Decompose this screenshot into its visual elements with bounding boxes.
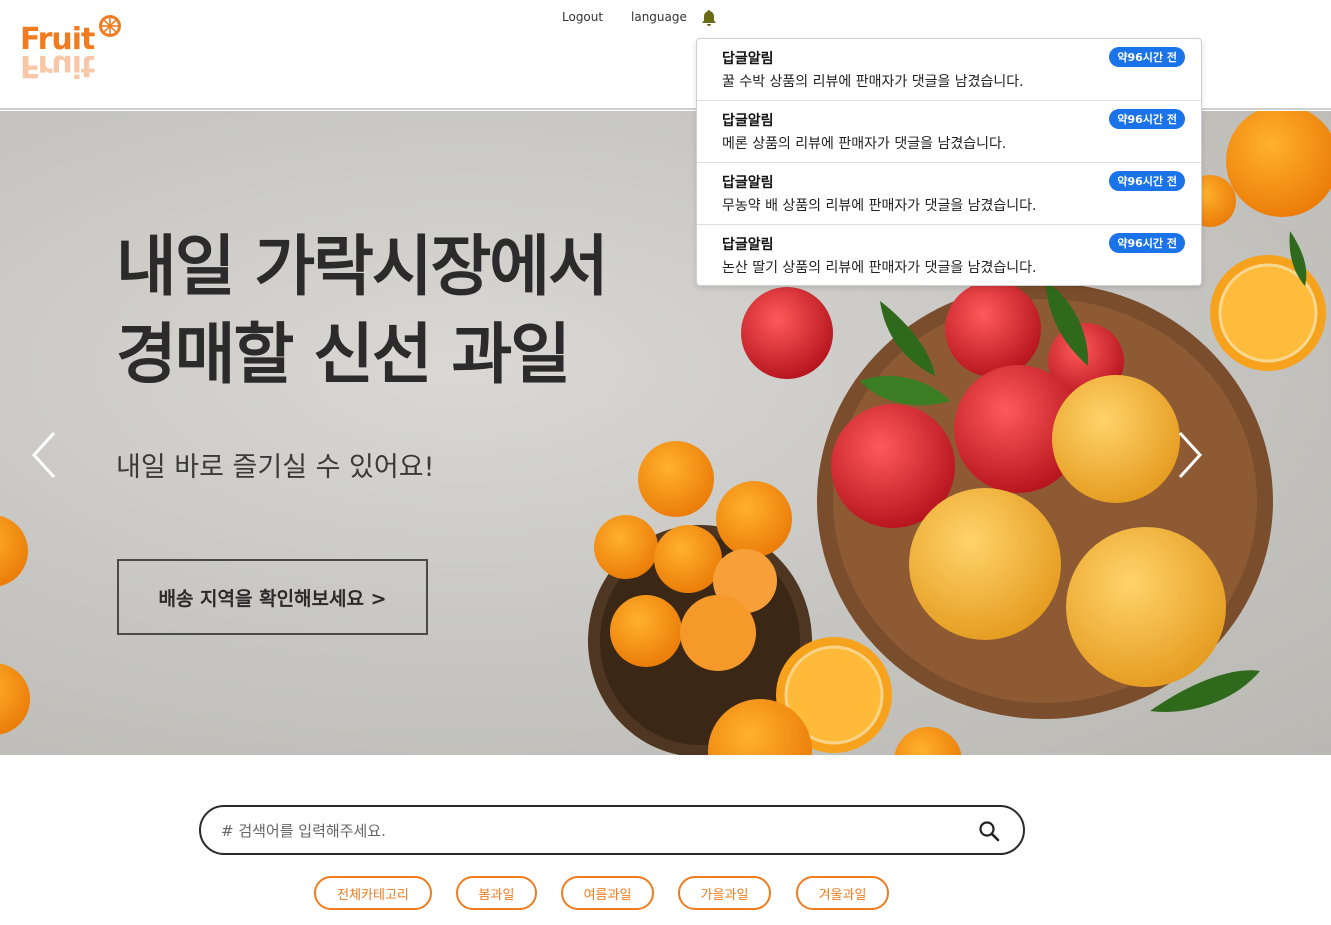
category-chip-autumn[interactable]: 가을과일 — [678, 876, 771, 910]
notification-message: 메론 상품의 리뷰에 판매자가 댓글을 남겼습니다. — [722, 136, 1007, 152]
fruit-logo[interactable]: Fruit Fruit — [20, 12, 130, 92]
search-bar — [199, 805, 1025, 855]
notification-title: 답글알림 — [722, 237, 774, 253]
notification-time-badge: 약96시간 전 — [1109, 47, 1185, 67]
notification-time-badge: 약96시간 전 — [1109, 109, 1185, 129]
notification-item[interactable]: 답글알림 꿀 수박 상품의 리뷰에 판매자가 댓글을 남겼습니다. 약96시간 … — [697, 39, 1201, 101]
notification-message: 무농약 배 상품의 리뷰에 판매자가 댓글을 남겼습니다. — [722, 198, 1037, 214]
hero-title: 내일 가락시장에서 경매할 신선 과일 — [116, 223, 609, 399]
category-chip-spring[interactable]: 봄과일 — [456, 876, 537, 910]
logo-reflection: Fruit — [20, 48, 95, 83]
notification-message: 꿀 수박 상품의 리뷰에 판매자가 댓글을 남겼습니다. — [722, 74, 1024, 90]
delivery-area-button[interactable]: 배송 지역을 확인해보세요 > — [117, 559, 428, 635]
orange-slice-icon — [99, 15, 121, 37]
category-chips: 전체카테고리 봄과일 여름과일 가을과일 겨울과일 — [0, 876, 1331, 912]
notification-title: 답글알림 — [722, 175, 774, 191]
category-chip-all[interactable]: 전체카테고리 — [314, 876, 432, 910]
hero-subtitle: 내일 바로 즐기실 수 있어요! — [116, 452, 435, 483]
hero-title-line1: 내일 가락시장에서 — [116, 228, 609, 305]
search-input[interactable] — [221, 819, 961, 843]
notification-time-badge: 약96시간 전 — [1109, 171, 1185, 191]
logout-link[interactable]: Logout — [562, 10, 603, 24]
notification-item[interactable]: 답글알림 무농약 배 상품의 리뷰에 판매자가 댓글을 남겼습니다. 약96시간… — [697, 163, 1201, 225]
bell-icon[interactable] — [701, 9, 717, 27]
notification-dropdown: 답글알림 꿀 수박 상품의 리뷰에 판매자가 댓글을 남겼습니다. 약96시간 … — [696, 38, 1202, 286]
chevron-left-icon[interactable] — [26, 425, 66, 485]
notification-item[interactable]: 답글알림 메론 상품의 리뷰에 판매자가 댓글을 남겼습니다. 약96시간 전 — [697, 101, 1201, 163]
notification-title: 답글알림 — [722, 51, 774, 67]
search-icon[interactable] — [977, 819, 1001, 843]
language-link[interactable]: language — [631, 10, 687, 24]
category-chip-winter[interactable]: 겨울과일 — [796, 876, 889, 910]
notification-item[interactable]: 답글알림 논산 딸기 상품의 리뷰에 판매자가 댓글을 남겼습니다. 약96시간… — [697, 225, 1201, 285]
chevron-right-icon[interactable] — [1170, 425, 1210, 485]
category-chip-summer[interactable]: 여름과일 — [561, 876, 654, 910]
hero-title-line2: 경매할 신선 과일 — [116, 316, 571, 393]
notification-time-badge: 약96시간 전 — [1109, 233, 1185, 253]
notification-message: 논산 딸기 상품의 리뷰에 판매자가 댓글을 남겼습니다. — [722, 260, 1037, 276]
notification-title: 답글알림 — [722, 113, 774, 129]
